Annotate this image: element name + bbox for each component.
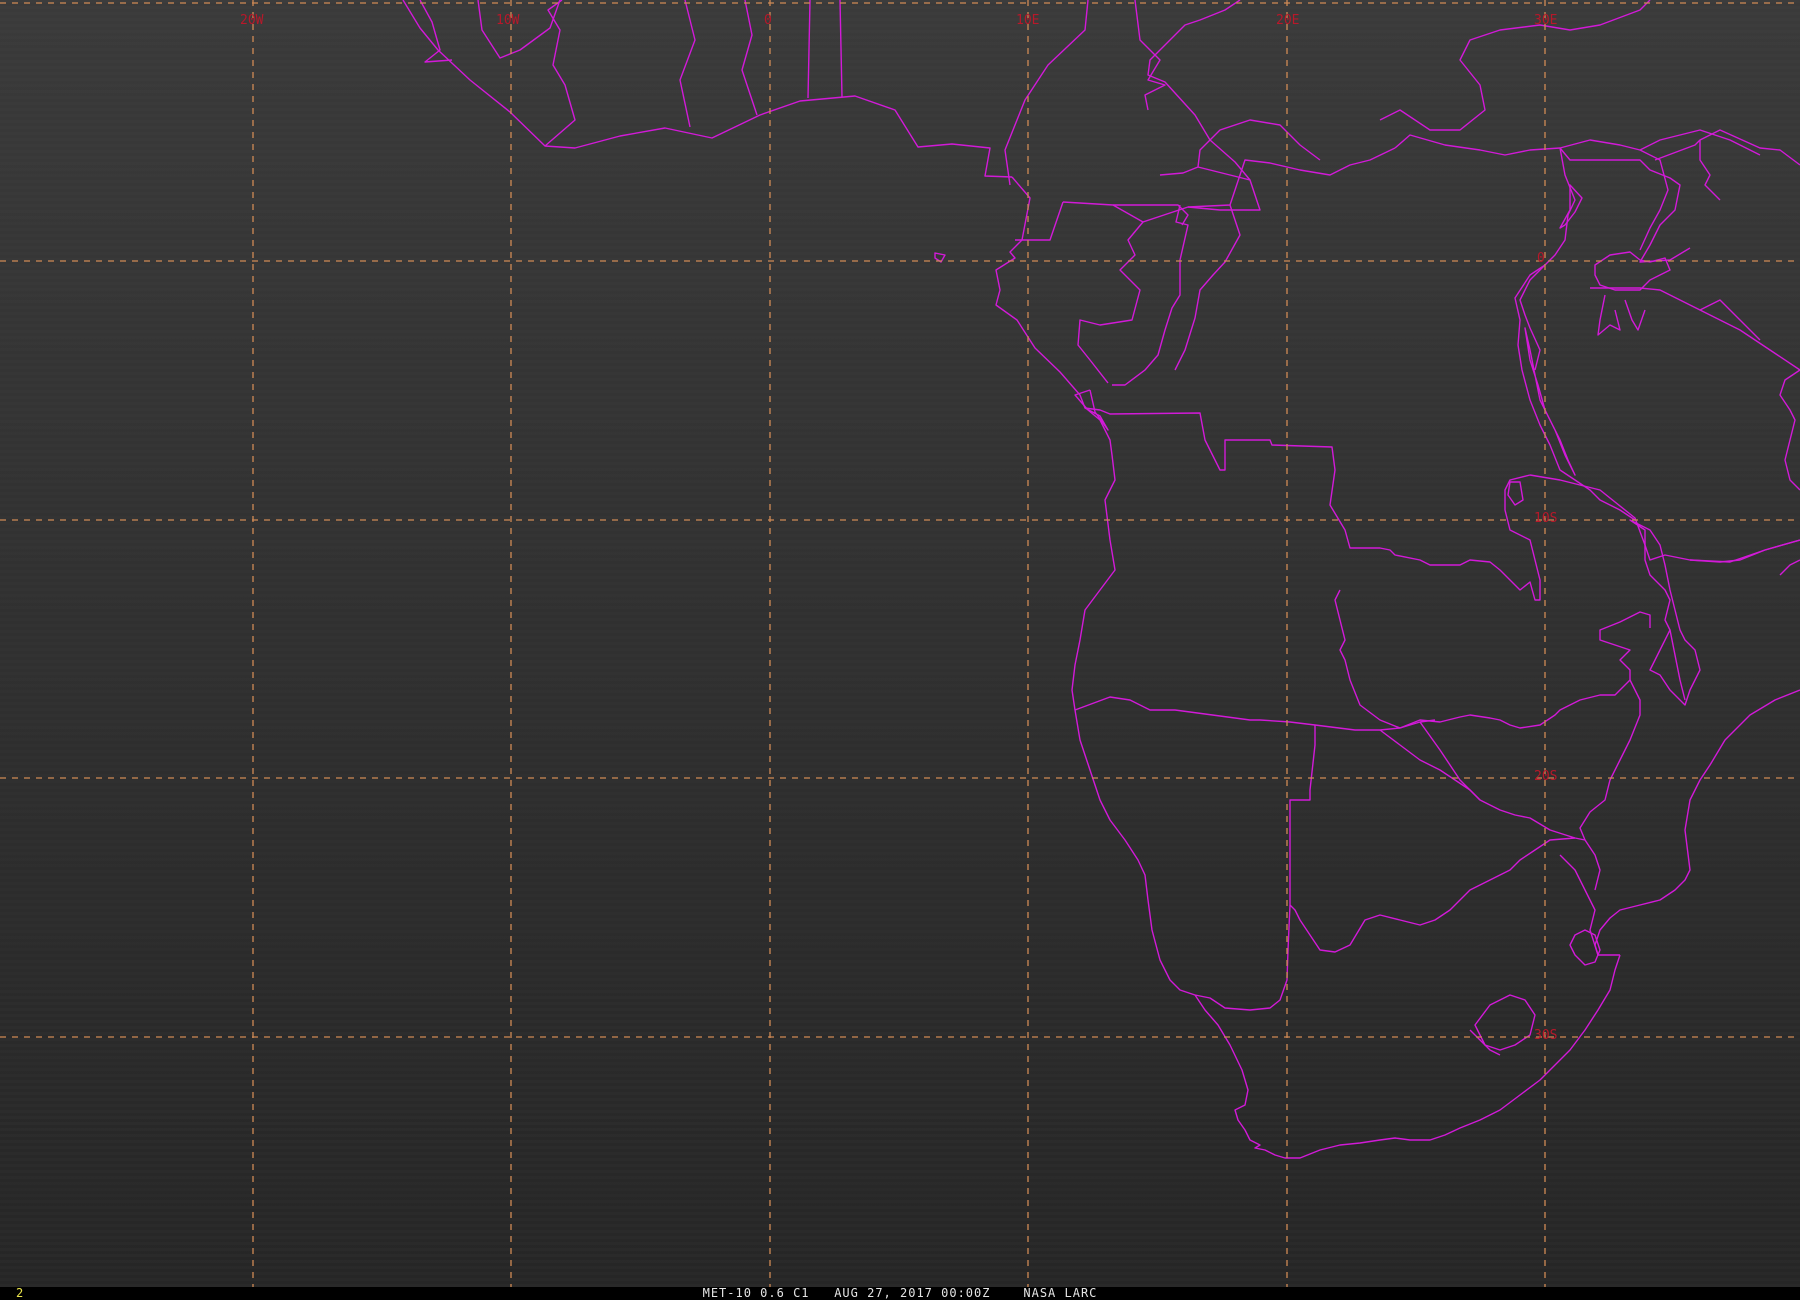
image-caption: MET-10 0.6 C1 AUG 27, 2017 00:00Z NASA L… <box>702 1286 1098 1300</box>
satellite-map: 20W 10W 0 10E 20E 30E 0 10S 20S 30S <box>0 0 1800 1288</box>
lon-label-10e: 10E <box>1016 13 1039 28</box>
lat-label-0: 0 <box>1537 251 1545 266</box>
lat-label-30s: 30S <box>1534 1028 1557 1043</box>
lon-label-20w: 20W <box>240 13 264 28</box>
lon-label-0: 0 <box>764 13 772 28</box>
scanline-texture <box>0 0 1800 1288</box>
lon-label-10w: 10W <box>496 13 520 28</box>
lat-label-20s: 20S <box>1534 769 1557 784</box>
lon-label-30e: 30E <box>1534 13 1557 28</box>
footer-bar: 2 MET-10 0.6 C1 AUG 27, 2017 00:00Z NASA… <box>0 1287 1800 1300</box>
lat-label-10s: 10S <box>1534 511 1557 526</box>
lon-label-20e: 20E <box>1276 13 1299 28</box>
